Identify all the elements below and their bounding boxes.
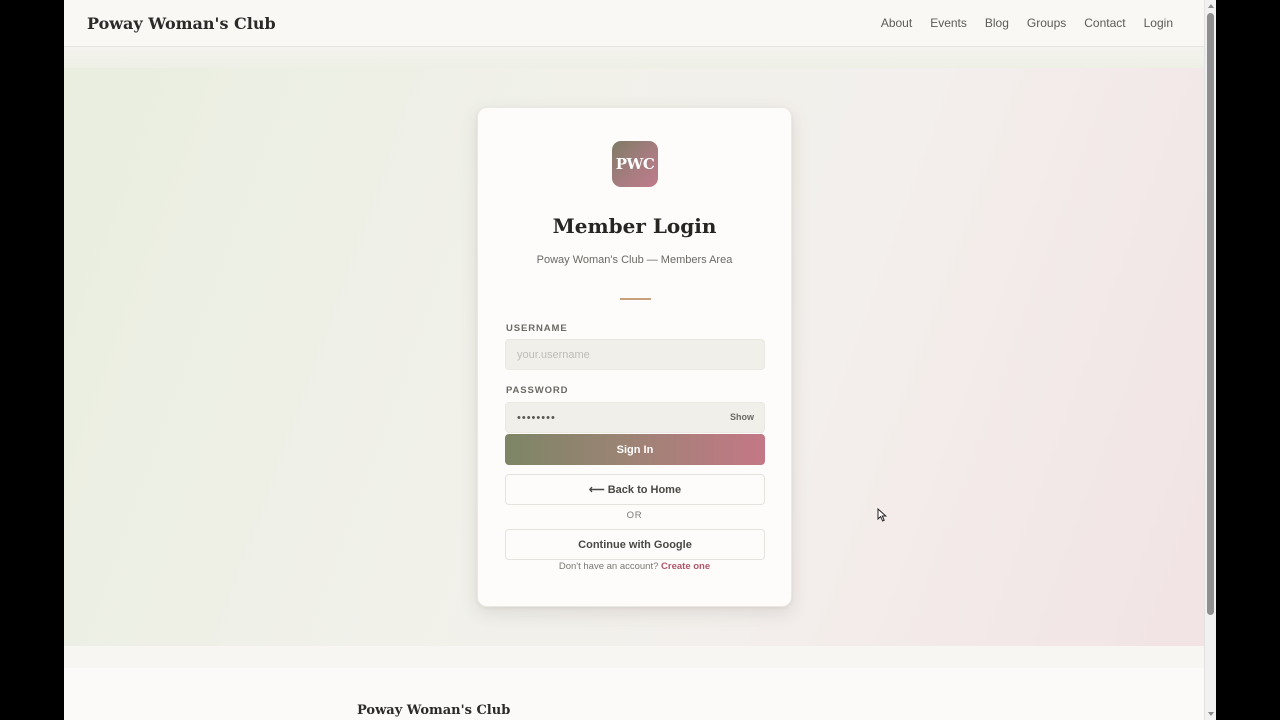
create-account-link[interactable]: Create one xyxy=(661,561,710,572)
or-separator: OR xyxy=(626,510,643,521)
password-input[interactable] xyxy=(505,402,765,433)
scrollbar-thumb[interactable] xyxy=(1207,13,1214,615)
arrow-cursor-icon xyxy=(877,508,888,522)
back-to-home-button[interactable]: ⟵ Back to Home xyxy=(505,474,765,505)
signup-prompt: Don't have an account? xyxy=(558,561,659,572)
login-subtitle: Poway Woman's Club — Members Area xyxy=(536,254,733,266)
login-card: PWC Member Login Poway Woman's Club — Me… xyxy=(477,107,792,607)
site-brand[interactable]: Poway Woman's Club xyxy=(87,14,276,33)
signup-line: Don't have an account? Create one xyxy=(478,561,791,572)
browser-viewport: Poway Woman's Club About Events Blog Gro… xyxy=(64,0,1216,720)
login-title: Member Login xyxy=(552,214,717,238)
sign-in-button[interactable]: Sign In xyxy=(505,434,765,465)
nav-events[interactable]: Events xyxy=(930,16,967,30)
username-input[interactable] xyxy=(505,339,765,370)
title-divider xyxy=(620,298,651,300)
continue-with-google-button[interactable]: Continue with Google xyxy=(505,529,765,560)
username-label: USERNAME xyxy=(506,323,568,334)
vertical-scrollbar[interactable] xyxy=(1204,0,1216,720)
scroll-up-arrow-icon[interactable] xyxy=(1208,4,1214,8)
nav-contact[interactable]: Contact xyxy=(1084,16,1125,30)
site-footer: Poway Woman's Club xyxy=(64,668,1204,720)
top-navbar: Poway Woman's Club About Events Blog Gro… xyxy=(64,0,1204,47)
nav-links: About Events Blog Groups Contact Login xyxy=(881,16,1173,30)
club-logo-badge: PWC xyxy=(612,141,658,187)
nav-login[interactable]: Login xyxy=(1144,16,1173,30)
footer-brand: Poway Woman's Club xyxy=(357,703,511,718)
show-password-toggle[interactable]: Show xyxy=(730,412,754,422)
hero-top-fade xyxy=(64,47,1204,68)
nav-about[interactable]: About xyxy=(881,16,912,30)
password-label: PASSWORD xyxy=(506,385,569,396)
scroll-down-arrow-icon[interactable] xyxy=(1208,712,1214,716)
nav-blog[interactable]: Blog xyxy=(985,16,1009,30)
nav-groups[interactable]: Groups xyxy=(1027,16,1066,30)
